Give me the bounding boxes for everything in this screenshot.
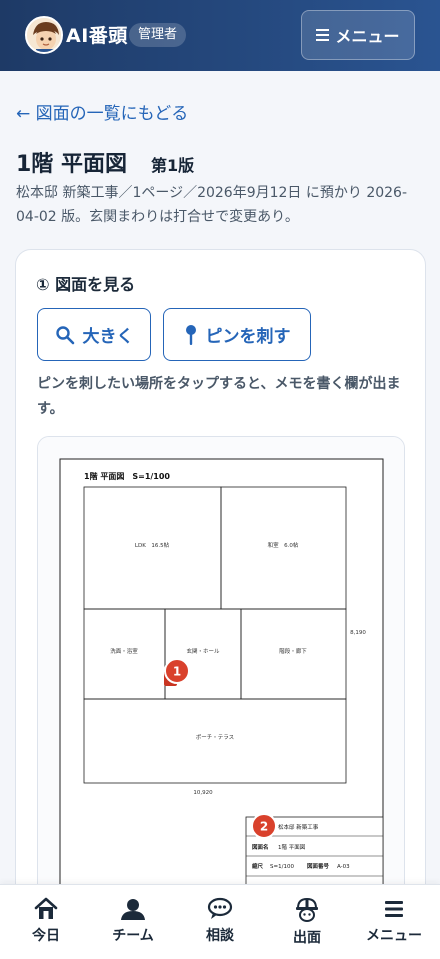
tab-team-label: チーム [112,928,154,944]
tab-attendance[interactable]: 出面 [263,897,351,947]
header-menu-label: メニュー [335,27,400,46]
avatar-face-icon [27,18,61,52]
app-header: AI番頭 管理者 メニュー [0,0,440,71]
bottom-tab-bar: 今日 チーム 相談 出面 メニュー [0,884,440,959]
hamburger-icon [316,29,330,41]
pin-icon [185,324,196,345]
version-label: 第1版 [150,156,195,175]
chat-icon [207,897,233,919]
title-block-scale-label: 縮尺 [252,862,264,870]
tab-consult[interactable]: 相談 [176,897,264,945]
menu-icon [385,901,403,917]
label-ldk: LDK 16.5帖 [135,541,170,549]
pin-number-2: 2 [260,820,268,834]
title-row: 1階 平面図 第1版 [16,146,194,178]
back-to-list-link[interactable]: ← 図面の一覧にもどる [16,99,188,124]
tab-menu[interactable]: メニュー [350,897,438,945]
role-badge: 管理者 [129,23,187,47]
tab-menu-label: メニュー [366,928,422,944]
view-drawing-card: ① 図面を見る 大きく ピンを刺す ピンを刺したい場所をタップすると、メモを書く… [15,249,426,949]
tab-today-label: 今日 [32,928,60,944]
pin-button-label: ピンを刺す [205,327,291,347]
label-stairs: 階段・廊下 [279,647,307,655]
magnifier-icon [55,325,74,344]
drawing-title: 1階 平面図 S=1/100 [84,471,170,481]
pin-number-1: 1 [173,665,181,679]
pin-button[interactable]: ピンを刺す [163,308,311,361]
title-block-scale-value: S=1/100 [270,864,294,870]
title-block-number-value: A-03 [337,864,350,870]
zoom-button[interactable]: 大きく [37,308,151,361]
page-title: 1階 平面図 [16,152,127,177]
people-icon [121,899,145,920]
user-avatar[interactable] [25,16,63,54]
label-bath: 洗面・浴室 [110,647,138,655]
floor-plan-drawing[interactable]: 1階 平面図 S=1/100 LDK 16.5帖 和室 6.0帖 洗面・浴室 玄… [38,437,405,949]
title-block-name-value: 1階 平面図 [278,843,306,851]
drawing-meta: 松本邸 新築工事／1ページ／2026年9月12日 に預かり 2026-04-02… [16,185,408,225]
dimension-height: 8,190 [350,630,366,636]
title-block-project: 松本邸 新築工事 [278,823,319,831]
helmet-icon [296,897,318,922]
tab-team[interactable]: チーム [89,897,177,945]
pin-hint: ピンを刺したい場所をタップすると、メモを書く欄が出ます。 [37,376,401,417]
title-block-number-label: 図面番号 [307,862,330,870]
header-menu-button[interactable]: メニュー [301,10,415,60]
label-entrance: 玄関・ホール [186,647,220,655]
dimension-width: 10,920 [193,790,213,796]
tab-consult-label: 相談 [206,928,234,944]
zoom-button-label: 大きく [82,327,134,347]
house-icon [34,897,58,919]
tab-today[interactable]: 今日 [2,897,90,945]
drawing-viewer[interactable]: 1階 平面図 S=1/100 LDK 16.5帖 和室 6.0帖 洗面・浴室 玄… [37,436,405,949]
tab-attendance-label: 出面 [293,930,321,946]
section-title: ① 図面を見る [36,275,136,294]
label-porch: ポーチ・テラス [196,734,234,741]
pin-marker-2[interactable]: 2 [251,813,277,839]
label-washitsu: 和室 6.0帖 [268,541,299,549]
title-block-name-label: 図面名 [252,843,269,851]
app-title: AI番頭 [66,25,128,47]
